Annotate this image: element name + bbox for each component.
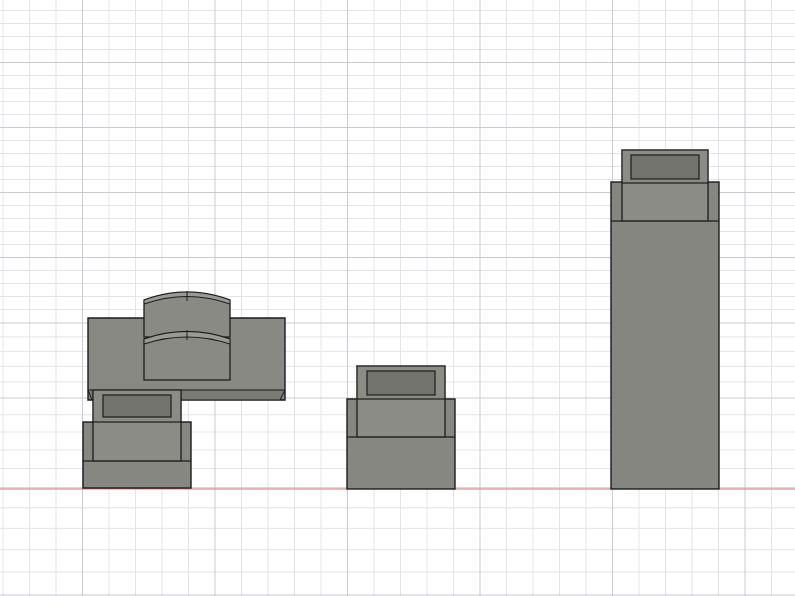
column-recess [630, 154, 700, 180]
tall-column-right[interactable] [610, 149, 720, 490]
stepped-block-middle[interactable] [346, 365, 456, 490]
small-stepped-block-left[interactable] [82, 389, 192, 489]
3d-viewport[interactable] [0, 0, 795, 596]
left-block-recess [102, 394, 172, 418]
viewport-canvas[interactable] [0, 0, 795, 596]
middle-block-recess [366, 370, 436, 396]
column-body [610, 181, 720, 490]
